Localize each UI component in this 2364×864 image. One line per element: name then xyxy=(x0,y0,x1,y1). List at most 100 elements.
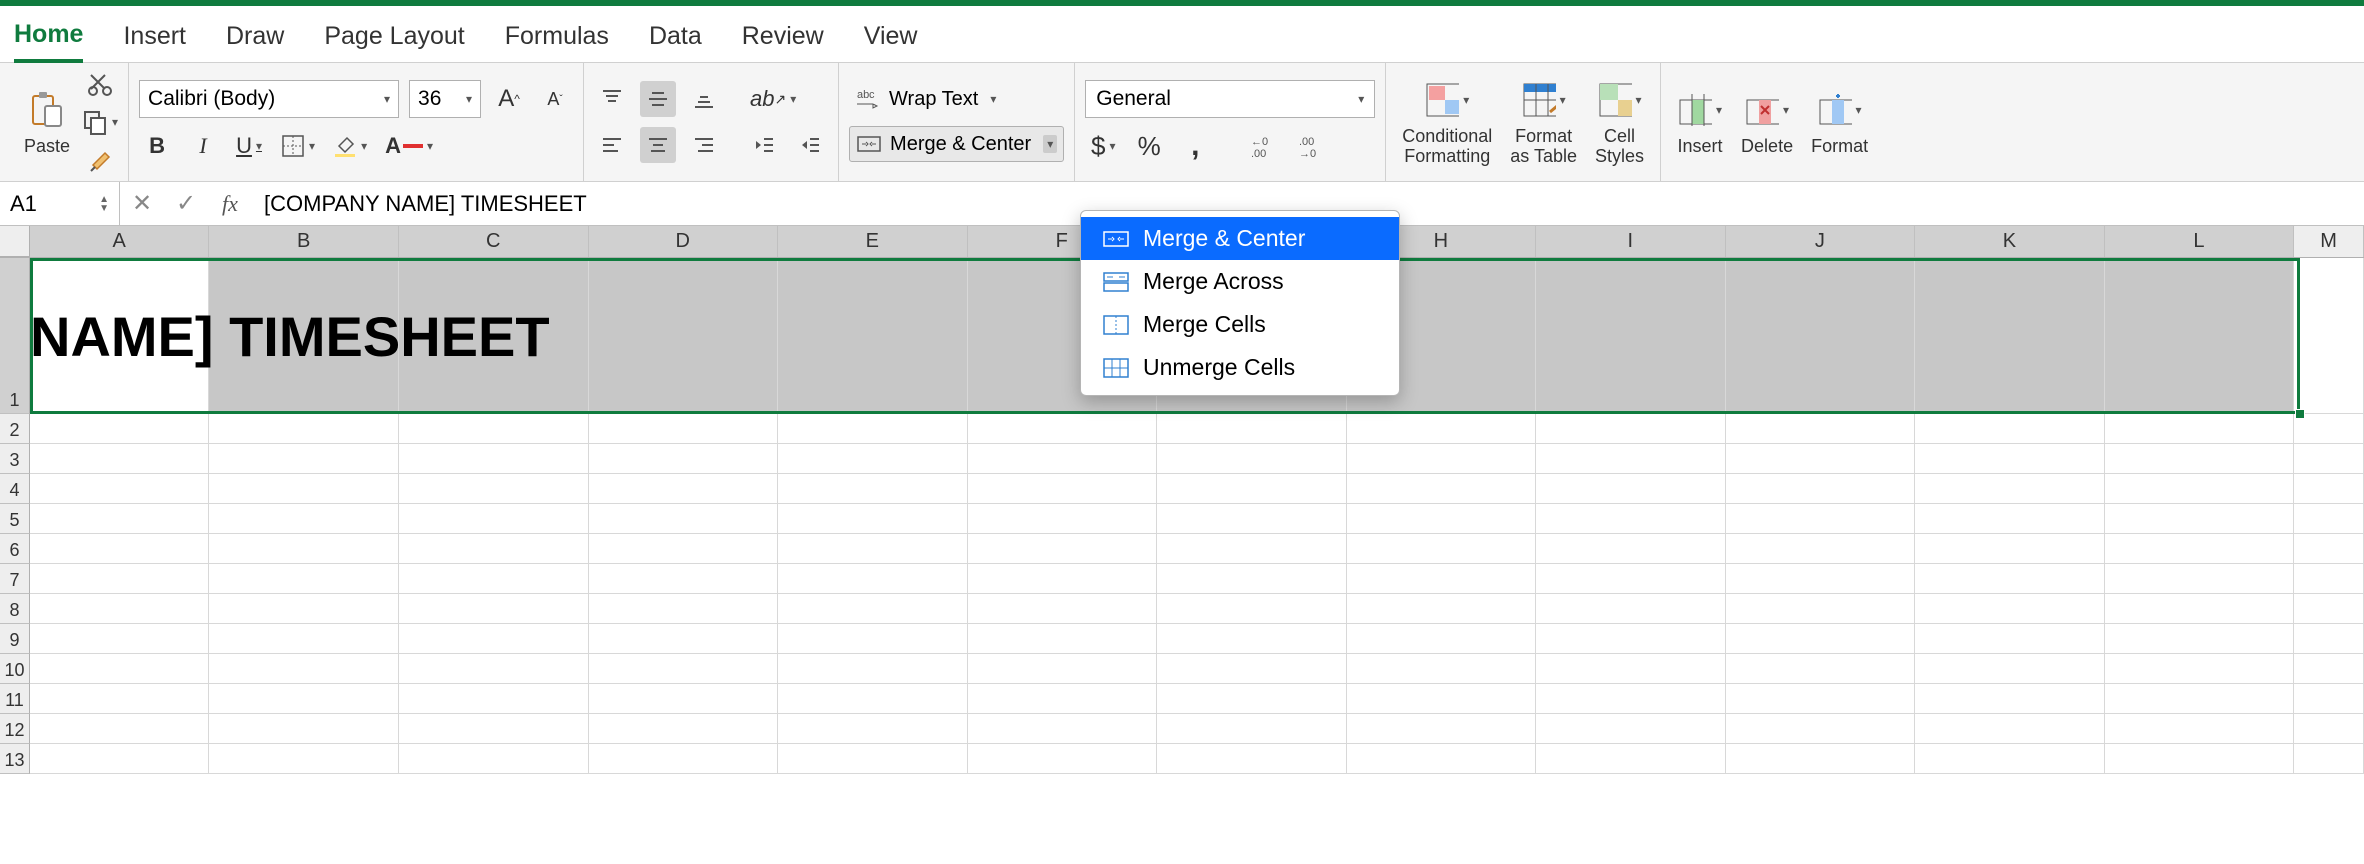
cell-l7[interactable] xyxy=(2105,564,2295,594)
row-header-8[interactable]: 8 xyxy=(0,594,30,624)
bold-button[interactable]: B xyxy=(139,128,175,164)
align-bottom-button[interactable] xyxy=(686,81,722,117)
align-top-button[interactable] xyxy=(594,81,630,117)
cell-d10[interactable] xyxy=(589,654,779,684)
cell-g9[interactable] xyxy=(1157,624,1347,654)
cell-l8[interactable] xyxy=(2105,594,2295,624)
cell-h10[interactable] xyxy=(1347,654,1537,684)
cell-e12[interactable] xyxy=(778,714,968,744)
cell-i8[interactable] xyxy=(1536,594,1726,624)
cell-g2[interactable] xyxy=(1157,414,1347,444)
cell-a9[interactable] xyxy=(30,624,210,654)
font-size-select[interactable]: 36▾ xyxy=(409,80,481,118)
cut-button[interactable] xyxy=(82,69,118,99)
cell-b9[interactable] xyxy=(209,624,399,654)
cell-c11[interactable] xyxy=(399,684,589,714)
cell-e6[interactable] xyxy=(778,534,968,564)
cell-k2[interactable] xyxy=(1915,414,2105,444)
cell-c13[interactable] xyxy=(399,744,589,774)
currency-button[interactable]: $▾ xyxy=(1085,128,1121,164)
copy-button[interactable]: ▾ xyxy=(82,107,118,137)
cell-d4[interactable] xyxy=(589,474,779,504)
fill-color-button[interactable]: ▾ xyxy=(329,128,371,164)
orientation-button[interactable]: ab↗▾ xyxy=(746,81,800,117)
cell-f11[interactable] xyxy=(968,684,1158,714)
cell-g8[interactable] xyxy=(1157,594,1347,624)
cell-l3[interactable] xyxy=(2105,444,2295,474)
cell-l6[interactable] xyxy=(2105,534,2295,564)
cell-e3[interactable] xyxy=(778,444,968,474)
cell-e4[interactable] xyxy=(778,474,968,504)
cell-d9[interactable] xyxy=(589,624,779,654)
tab-home[interactable]: Home xyxy=(14,20,83,63)
cell-m6[interactable] xyxy=(2294,534,2364,564)
cell-j8[interactable] xyxy=(1726,594,1916,624)
cell-d12[interactable] xyxy=(589,714,779,744)
cell-l10[interactable] xyxy=(2105,654,2295,684)
cell-e5[interactable] xyxy=(778,504,968,534)
fx-button[interactable]: fx xyxy=(208,182,252,225)
cell-styles-button[interactable]: ▾ Cell Styles xyxy=(1589,74,1650,170)
cell-m8[interactable] xyxy=(2294,594,2364,624)
column-header-l[interactable]: L xyxy=(2105,226,2295,257)
cell-i10[interactable] xyxy=(1536,654,1726,684)
cell-a5[interactable] xyxy=(30,504,210,534)
cell-h6[interactable] xyxy=(1347,534,1537,564)
cell-b3[interactable] xyxy=(209,444,399,474)
cell-b7[interactable] xyxy=(209,564,399,594)
delete-cells-button[interactable]: ▾ Delete xyxy=(1735,84,1799,160)
cell-m12[interactable] xyxy=(2294,714,2364,744)
cell-i3[interactable] xyxy=(1536,444,1726,474)
cell-k8[interactable] xyxy=(1915,594,2105,624)
increase-font-button[interactable]: A^ xyxy=(491,81,527,117)
cell-f5[interactable] xyxy=(968,504,1158,534)
cell-b1[interactable] xyxy=(209,258,399,414)
percent-button[interactable]: % xyxy=(1131,128,1167,164)
number-format-select[interactable]: General▾ xyxy=(1085,80,1375,118)
tab-review[interactable]: Review xyxy=(742,22,824,61)
cell-d5[interactable] xyxy=(589,504,779,534)
cell-m5[interactable] xyxy=(2294,504,2364,534)
cell-h3[interactable] xyxy=(1347,444,1537,474)
cell-m7[interactable] xyxy=(2294,564,2364,594)
cell-i1[interactable] xyxy=(1536,258,1726,414)
tab-data[interactable]: Data xyxy=(649,22,702,61)
cell-m4[interactable] xyxy=(2294,474,2364,504)
cell-a13[interactable] xyxy=(30,744,210,774)
tab-view[interactable]: View xyxy=(864,22,918,61)
tab-draw[interactable]: Draw xyxy=(226,22,284,61)
cell-l13[interactable] xyxy=(2105,744,2295,774)
row-header-5[interactable]: 5 xyxy=(0,504,30,534)
wrap-text-button[interactable]: abc Wrap Text ▾ xyxy=(849,82,1064,116)
cell-e8[interactable] xyxy=(778,594,968,624)
cell-g6[interactable] xyxy=(1157,534,1347,564)
column-header-m[interactable]: M xyxy=(2294,226,2364,257)
cell-a8[interactable] xyxy=(30,594,210,624)
align-middle-button[interactable] xyxy=(640,81,676,117)
cell-e9[interactable] xyxy=(778,624,968,654)
underline-button[interactable]: U▾ xyxy=(231,128,267,164)
cell-f12[interactable] xyxy=(968,714,1158,744)
row-header-11[interactable]: 11 xyxy=(0,684,30,714)
cell-h2[interactable] xyxy=(1347,414,1537,444)
cell-a1[interactable] xyxy=(30,258,210,414)
align-left-button[interactable] xyxy=(594,127,630,163)
cell-d2[interactable] xyxy=(589,414,779,444)
cell-h8[interactable] xyxy=(1347,594,1537,624)
row-header-1[interactable]: 1 xyxy=(0,258,30,414)
cell-h4[interactable] xyxy=(1347,474,1537,504)
cancel-formula-button[interactable]: ✕ xyxy=(120,182,164,225)
cell-m11[interactable] xyxy=(2294,684,2364,714)
cell-h9[interactable] xyxy=(1347,624,1537,654)
cell-f2[interactable] xyxy=(968,414,1158,444)
cell-m9[interactable] xyxy=(2294,624,2364,654)
cell-j4[interactable] xyxy=(1726,474,1916,504)
cell-g11[interactable] xyxy=(1157,684,1347,714)
cell-c12[interactable] xyxy=(399,714,589,744)
cell-m10[interactable] xyxy=(2294,654,2364,684)
menu-merge-cells[interactable]: Merge Cells xyxy=(1081,303,1399,346)
cell-j1[interactable] xyxy=(1726,258,1916,414)
row-header-9[interactable]: 9 xyxy=(0,624,30,654)
cell-d11[interactable] xyxy=(589,684,779,714)
cell-l11[interactable] xyxy=(2105,684,2295,714)
